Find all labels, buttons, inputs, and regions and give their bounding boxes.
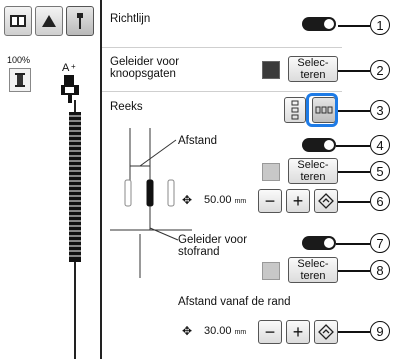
richtlijn-toggle[interactable] <box>302 17 336 31</box>
knoopsgaten-color-swatch <box>262 61 280 79</box>
afstand-rand-plus-button[interactable]: + <box>286 320 310 344</box>
callout-line <box>338 331 370 333</box>
pin-mode-button[interactable] <box>66 6 94 36</box>
callout-5: 5 <box>370 161 390 181</box>
callout-4: 4 <box>370 135 390 155</box>
book-icon <box>10 15 26 27</box>
zoom-level: 100% <box>7 55 31 65</box>
plus-icon: + <box>292 191 304 211</box>
callout-9: 9 <box>370 321 390 341</box>
callout-2: 2 <box>370 60 390 80</box>
knoopsgaten-select-button[interactable]: Selec-teren <box>288 56 338 82</box>
mode-toolbar <box>4 6 94 42</box>
thread-color-button[interactable] <box>9 68 31 92</box>
callout-7: 7 <box>370 233 390 253</box>
triangle-icon <box>42 15 56 27</box>
select-label: Selec-teren <box>297 159 329 183</box>
plus-icon: + <box>292 322 304 342</box>
richtlijn-label: Richtlijn <box>110 13 151 25</box>
stofrand-color-swatch <box>262 262 280 280</box>
minus-icon: − <box>264 191 276 211</box>
callout-3: 3 <box>370 100 390 120</box>
callout-line <box>338 171 370 173</box>
afstand-minus-button[interactable]: − <box>258 189 282 213</box>
afstand-rand-reset-button[interactable] <box>314 320 338 344</box>
callout-line <box>338 25 370 27</box>
reeks-label: Reeks <box>110 101 143 113</box>
callout-line <box>338 201 370 203</box>
row-geleider-knoopsgaten: Geleider voor knoopsgaten Selec-teren <box>102 48 342 92</box>
left-column: 100% A + <box>0 0 100 359</box>
select-label: Selec-teren <box>297 57 329 81</box>
callout-line <box>338 110 370 112</box>
thread-spool-icon <box>15 73 25 87</box>
afstand-toggle[interactable] <box>302 138 336 152</box>
triangle-mode-button[interactable] <box>35 6 63 36</box>
callout-line <box>338 70 370 72</box>
select-label: Selec-teren <box>297 258 329 282</box>
label-line-2: knoopsgaten <box>110 68 176 80</box>
move-arrows-icon: ✥ <box>182 324 193 338</box>
vertical-series-icon <box>291 100 299 120</box>
buttonhole-stitch-preview <box>69 112 81 262</box>
svg-text:+: + <box>71 62 76 71</box>
callout-8: 8 <box>370 260 390 280</box>
callout-line <box>336 145 370 147</box>
afstand-plus-button[interactable]: + <box>286 189 310 213</box>
move-arrows-icon: ✥ <box>182 193 193 207</box>
afstand-select-button[interactable]: Selec-teren <box>288 158 338 184</box>
afstand-value: 50.00 mm <box>204 194 247 206</box>
presser-foot-icon: A + <box>58 62 82 109</box>
svg-text:A: A <box>62 62 70 74</box>
stofrand-select-button[interactable]: Selec-teren <box>288 257 338 283</box>
callout-6: 6 <box>370 191 390 211</box>
reset-diamond-icon <box>318 193 334 209</box>
settings-panel: Richtlijn Geleider voor knoopsgaten Sele… <box>100 0 342 359</box>
label-line-1: Geleider voor <box>110 56 180 68</box>
afstand-color-swatch <box>262 163 280 181</box>
stofrand-toggle[interactable] <box>302 236 336 250</box>
reeks-vertical-button[interactable] <box>284 97 306 123</box>
afstand-rand-minus-button[interactable]: − <box>258 320 282 344</box>
callout-line <box>338 270 370 272</box>
afstand-rand-value: 30.00 mm <box>204 325 247 337</box>
row-richtlijn: Richtlijn <box>102 0 342 48</box>
callout-line <box>336 243 370 245</box>
afstand-label: Afstand <box>178 135 217 147</box>
afstand-rand-label: Afstand vanaf de rand <box>178 296 291 308</box>
label-line-1: Geleider voor <box>178 234 248 246</box>
reeks-selection-highlight <box>306 93 338 127</box>
book-mode-button[interactable] <box>4 6 32 36</box>
geleider-knoopsgaten-label: Geleider voor knoopsgaten <box>110 56 179 80</box>
label-line-2: stofrand <box>178 246 220 258</box>
afstand-reset-button[interactable] <box>314 189 338 213</box>
needle-pin-icon <box>77 13 83 29</box>
callout-1: 1 <box>370 15 390 35</box>
minus-icon: − <box>264 322 276 342</box>
reset-diamond-icon <box>318 324 334 340</box>
stofrand-label: Geleider voor stofrand <box>178 234 247 258</box>
